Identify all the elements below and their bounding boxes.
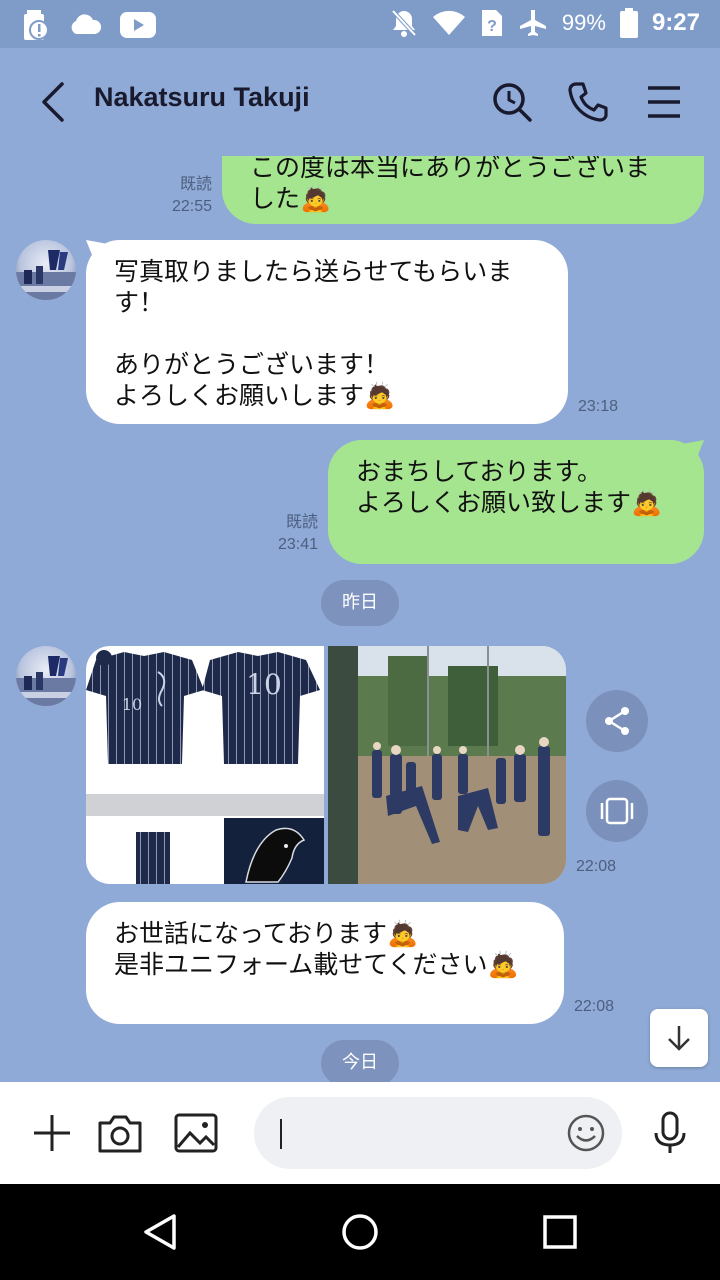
arrow-down-icon — [668, 1026, 690, 1051]
call-icon[interactable] — [566, 80, 610, 124]
message-text: 写真取りましたら送らせてもらいます！ ありがとうございます！ よろしくお願いしま… — [114, 257, 513, 410]
message-input-bar — [0, 1082, 720, 1184]
back-icon[interactable] — [34, 78, 74, 126]
battery-icon — [619, 8, 638, 38]
clock: 9:27 — [651, 9, 700, 36]
recents-nav-icon[interactable] — [540, 1212, 580, 1252]
team-photo[interactable] — [328, 646, 566, 884]
bubble-tail — [86, 240, 108, 260]
message-text: おまちしております。 よろしくお願い致します🙇 — [356, 457, 663, 517]
search-icon[interactable] — [490, 80, 534, 124]
message-text: お世話になっております🙇 是非ユニフォーム載せてください🙇 — [114, 919, 519, 979]
message-meta: 既読 22:55 — [150, 174, 212, 218]
message-time: 22:08 — [574, 998, 615, 1015]
message-bubble[interactable]: この度は本当にありがとうございま した🙇 — [222, 156, 704, 224]
back-nav-icon[interactable] — [140, 1212, 180, 1252]
airplane-icon — [519, 10, 546, 36]
jersey-number: 10 — [246, 668, 282, 701]
home-nav-icon[interactable] — [340, 1212, 380, 1252]
emoji-icon[interactable] — [566, 1113, 606, 1153]
date-separator: 今日 — [321, 1040, 399, 1082]
message-time: 22:55 — [171, 198, 212, 215]
message-text: した🙇 — [250, 184, 332, 213]
message-time: 23:18 — [578, 398, 619, 415]
sim-unknown-icon: ? — [481, 10, 502, 36]
message-meta: 既読 23:41 — [256, 512, 318, 556]
navigation-bar — [0, 1184, 720, 1280]
message-bubble[interactable]: 写真取りましたら送らせてもらいます！ ありがとうございます！ よろしくお願いしま… — [86, 240, 568, 424]
avatar-image — [16, 656, 76, 706]
camera-icon[interactable] — [96, 1109, 144, 1157]
youtube-icon — [120, 12, 156, 38]
jersey-number: 10 — [122, 695, 142, 714]
message-time: 22:08 — [576, 858, 617, 875]
battery-percent: 99% — [561, 10, 606, 35]
read-receipt: 既読 — [179, 176, 212, 193]
uniform-photo[interactable]: 10 10 — [86, 646, 324, 884]
cloud-icon — [71, 14, 102, 34]
plus-icon[interactable] — [28, 1109, 76, 1157]
message-text: この度は本当にありがとうございま — [250, 156, 651, 182]
message-bubble[interactable]: お世話になっております🙇 是非ユニフォーム載せてください🙇 — [86, 902, 564, 1024]
share-button[interactable] — [586, 690, 648, 752]
text-caret — [280, 1119, 282, 1149]
bell-off-icon — [391, 9, 417, 37]
image-icon[interactable] — [172, 1109, 220, 1157]
share-icon — [605, 707, 629, 735]
scroll-to-bottom-button[interactable] — [650, 1009, 708, 1067]
avatar-image — [16, 250, 76, 300]
chat-header: Nakatsuru Takuji — [0, 48, 720, 156]
message-time: 23:41 — [277, 536, 318, 553]
menu-icon[interactable] — [642, 80, 686, 124]
photo-grid[interactable]: 10 10 — [86, 646, 566, 884]
avatar[interactable] — [16, 240, 76, 300]
album-icon — [600, 797, 634, 825]
album-button[interactable] — [586, 780, 648, 842]
microphone-icon[interactable] — [646, 1109, 694, 1157]
read-receipt: 既読 — [285, 514, 318, 531]
message-input[interactable] — [254, 1097, 622, 1169]
status-bar: ? 99% 9:27 — [0, 0, 720, 48]
chat-messages[interactable]: この度は本当にありがとうございま した🙇 既読 22:55 写真取りましたら送ら… — [0, 156, 720, 1082]
contact-name[interactable]: Nakatsuru Takuji — [94, 82, 310, 113]
battery-alert-icon — [24, 10, 49, 40]
svg-text:?: ? — [487, 18, 497, 35]
avatar[interactable] — [16, 646, 76, 706]
wifi-icon — [432, 10, 465, 36]
date-separator: 昨日 — [321, 580, 399, 626]
message-bubble[interactable]: おまちしております。 よろしくお願い致します🙇 — [328, 440, 704, 564]
